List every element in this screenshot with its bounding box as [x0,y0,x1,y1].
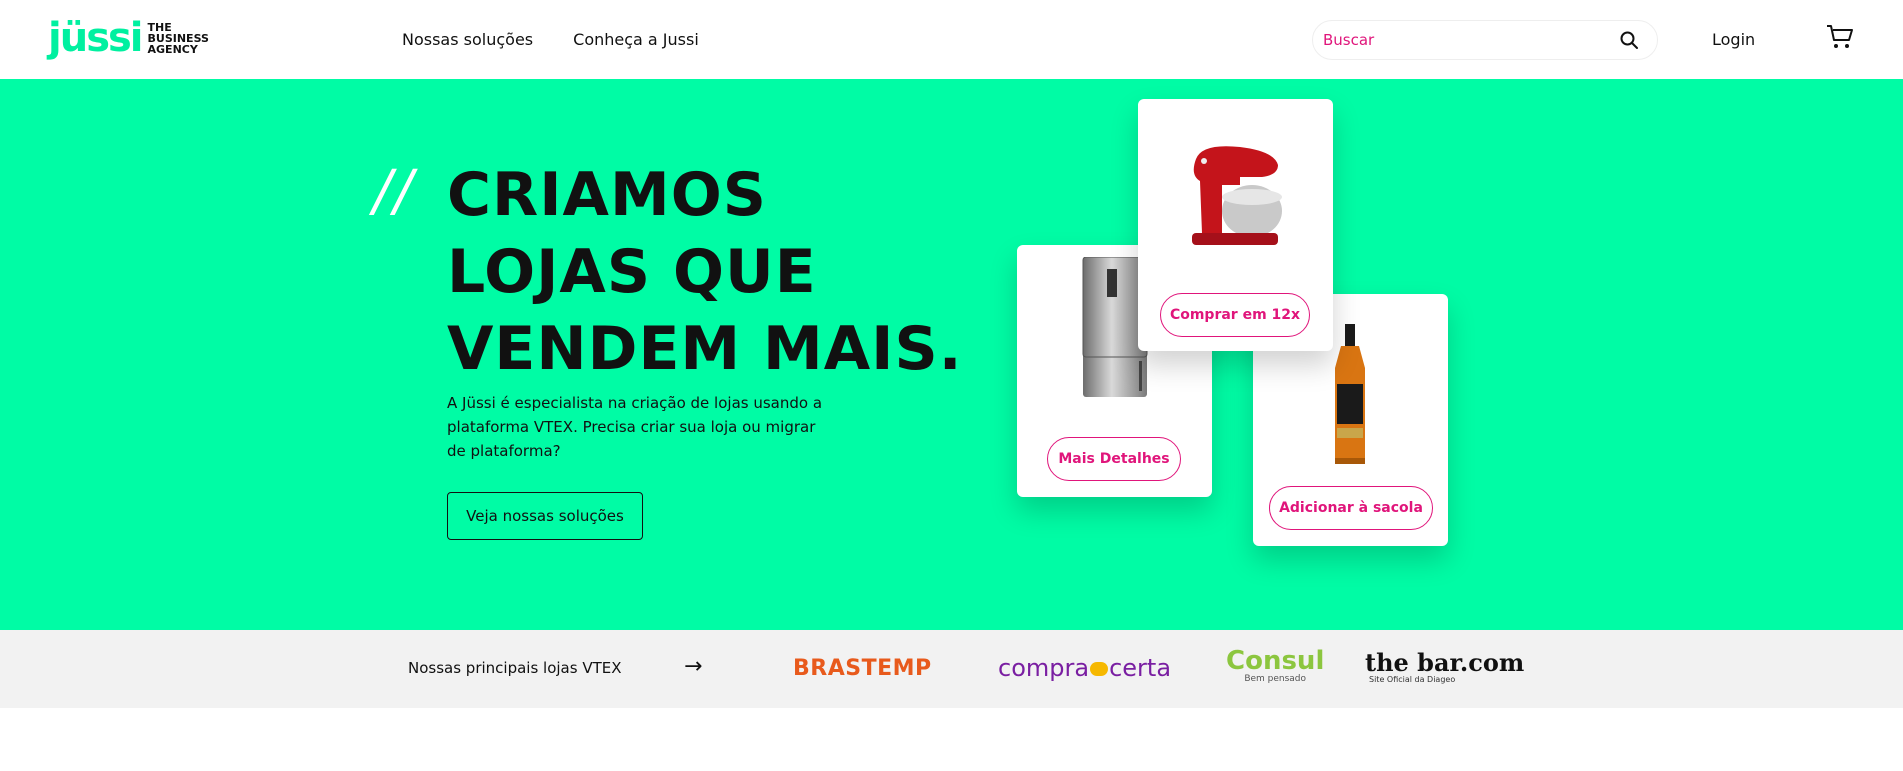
nav-item-solucoes[interactable]: Nossas soluções [402,30,533,49]
cart-icon[interactable] [1826,24,1854,50]
buy-installments-button[interactable]: Comprar em 12x [1160,293,1310,337]
search-icon[interactable] [1619,30,1639,50]
logo-tagline: THE BUSINESS AGENCY [148,22,209,55]
search-box [1312,20,1658,60]
solutions-cta-button[interactable]: Veja nossas soluções [447,492,643,540]
the-bar-wordmark: the bar.com [1365,648,1525,677]
hero-subtext: A Jüssi é especialista na criação de loj… [447,394,823,460]
main-nav: Nossas soluções Conheça a Jussi [402,30,699,49]
brastemp-logo[interactable]: BRASTEMP [793,656,932,681]
site-header: jüssi THE BUSINESS AGENCY Nossas soluçõe… [0,0,1903,79]
hero-headline: CRIAMOS LOJAS QUE VENDEM MAIS. [447,157,967,388]
strip-title: Nossas principais lojas VTEX [408,659,622,677]
the-bar-logo[interactable]: the bar.com Site Oficial da Diageo [1365,648,1524,684]
logo-tag-line3: AGENCY [147,42,198,56]
compra-certa-part2: certa [1109,654,1172,682]
whisky-bottle-image [1335,324,1365,464]
headline-line-2: LOJAS QUE [447,237,817,307]
consul-wordmark: Consul [1226,646,1325,676]
headline-line-3: VENDEM MAIS. [447,314,963,384]
search-input[interactable] [1323,21,1603,59]
compra-certa-toggle-icon [1090,662,1109,676]
nav-item-conheca[interactable]: Conheça a Jussi [573,30,699,49]
logo-tag-line1: THE [147,20,172,34]
add-to-bag-button[interactable]: Adicionar à sacola [1269,486,1433,530]
hero-slashes: // [373,159,415,224]
logo-tag-line2: BUSINESS [147,31,209,45]
jussi-logo[interactable]: jüssi THE BUSINESS AGENCY [48,16,209,60]
headline-line-1: CRIAMOS [447,160,767,230]
consul-logo[interactable]: Consul Bem pensado [1226,646,1324,684]
stand-mixer-image [1192,146,1282,245]
compra-certa-logo[interactable]: compra certa [998,654,1171,682]
compra-certa-part1: compra [998,654,1090,682]
logo-wordmark: jüssi [48,15,144,61]
details-button[interactable]: Mais Detalhes [1047,437,1181,481]
vtex-stores-strip: Nossas principais lojas VTEX → BRASTEMP … [0,630,1903,708]
login-link[interactable]: Login [1712,30,1755,49]
arrow-right-icon[interactable]: → [684,654,702,679]
product-card-mixer: Comprar em 12x [1138,99,1333,351]
hero-section: // CRIAMOS LOJAS QUE VENDEM MAIS. A Jüss… [0,79,1903,630]
